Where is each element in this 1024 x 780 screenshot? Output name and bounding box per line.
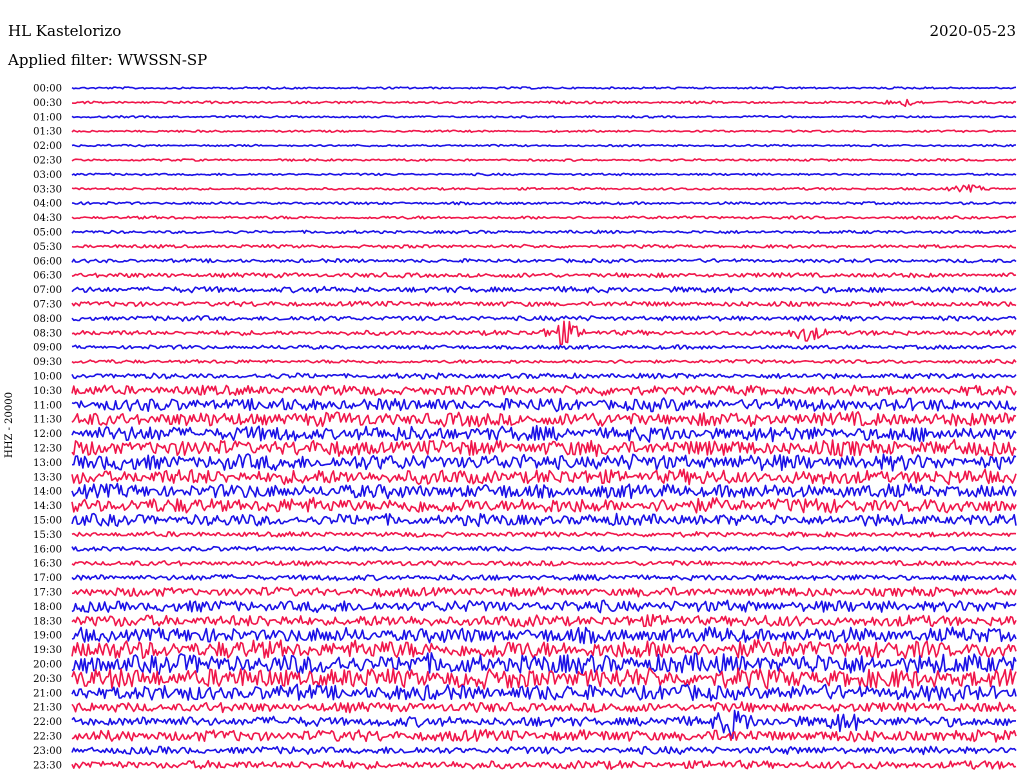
trace-line — [71, 626, 1017, 645]
trace-line — [71, 411, 1017, 428]
trace-line — [71, 300, 1017, 308]
time-tick-label: 15:00 — [33, 516, 62, 527]
trace-line — [71, 652, 1017, 675]
trace-line — [71, 172, 1017, 177]
time-tick-label: 22:00 — [33, 717, 62, 728]
trace-line — [71, 184, 1017, 193]
trace-line — [71, 639, 1017, 660]
trace-line — [71, 701, 1017, 714]
time-tick-label: 07:00 — [33, 285, 62, 296]
time-tick-label: 20:30 — [33, 674, 62, 685]
time-tick-label: 08:30 — [33, 328, 62, 339]
time-tick-label: 04:30 — [33, 213, 62, 224]
trace-line — [71, 358, 1017, 365]
trace-line — [71, 201, 1017, 206]
trace-line — [71, 98, 1017, 108]
trace-line — [71, 114, 1017, 119]
trace-line — [71, 531, 1017, 538]
trace-line — [71, 573, 1017, 582]
time-tick-label: 13:00 — [33, 458, 62, 469]
time-tick-label: 23:00 — [33, 746, 62, 757]
time-tick-label: 10:00 — [33, 372, 62, 383]
trace-line — [71, 560, 1017, 567]
time-tick-label: 22:30 — [33, 732, 62, 743]
trace-line — [71, 320, 1017, 346]
trace-line — [71, 599, 1017, 614]
trace-line — [71, 315, 1017, 322]
trace-line — [71, 613, 1017, 628]
trace-line — [71, 512, 1017, 528]
trace-line — [71, 438, 1017, 458]
trace-line — [71, 129, 1017, 134]
trace-line — [71, 468, 1017, 486]
time-tick-label: 08:00 — [33, 314, 62, 325]
time-tick-label: 14:30 — [33, 501, 62, 512]
time-tick-label: 21:30 — [33, 703, 62, 714]
time-tick-label: 14:00 — [33, 487, 62, 498]
time-tick-label: 05:00 — [33, 228, 62, 239]
time-tick-label: 15:30 — [33, 530, 62, 541]
trace-line — [71, 667, 1017, 690]
time-tick-label: 21:00 — [33, 688, 62, 699]
trace-line — [71, 285, 1017, 294]
time-tick-label: 18:30 — [33, 616, 62, 627]
time-tick-label: 02:30 — [33, 156, 62, 167]
trace-line — [71, 586, 1017, 598]
trace-line — [71, 496, 1017, 514]
trace-line — [71, 745, 1017, 756]
time-tick-label: 00:30 — [33, 98, 62, 109]
time-tick-label: 17:00 — [33, 573, 62, 584]
time-tick-label: 01:00 — [33, 112, 62, 123]
time-tick-label: 13:30 — [33, 472, 62, 483]
seismogram-plot: 00:00 00:30 01:00 01:30 02:00 02:30 03:00 03:30… — [33, 84, 1017, 771]
trace-line — [71, 344, 1017, 350]
time-tick-label: 07:30 — [33, 300, 62, 311]
time-tick-label: 11:00 — [33, 400, 62, 411]
trace-line — [71, 143, 1016, 148]
trace-line — [71, 453, 1017, 472]
time-tick-label: 16:00 — [33, 544, 62, 555]
trace-line — [71, 482, 1017, 500]
trace-line — [71, 372, 1017, 380]
time-tick-label: 09:00 — [33, 343, 62, 354]
time-tick-label: 09:30 — [33, 357, 62, 368]
trace-line — [71, 759, 1017, 770]
time-tick-label: 01:30 — [33, 127, 62, 138]
time-tick-label: 05:30 — [33, 242, 62, 253]
trace-line — [71, 158, 1017, 162]
time-tick-label: 10:30 — [33, 386, 62, 397]
time-tick-label: 06:00 — [33, 256, 62, 267]
time-tick-label: 00:00 — [33, 84, 62, 95]
time-tick-label: 23:30 — [33, 760, 62, 771]
time-tick-label: 19:30 — [33, 645, 62, 656]
time-tick-label: 12:00 — [33, 429, 62, 440]
time-tick-label: 17:30 — [33, 588, 62, 599]
trace-line — [71, 683, 1017, 702]
time-tick-label: 16:30 — [33, 559, 62, 570]
time-tick-label: 03:30 — [33, 184, 62, 195]
time-tick-label: 04:00 — [33, 199, 62, 210]
trace-line — [71, 545, 1017, 553]
trace-line — [71, 272, 1017, 279]
time-tick-label: 02:00 — [33, 141, 62, 152]
time-tick-label: 12:30 — [33, 444, 62, 455]
time-tick-label: 19:00 — [33, 631, 62, 642]
time-tick-label: 20:00 — [33, 660, 62, 671]
trace-line — [71, 424, 1017, 443]
trace-line — [71, 384, 1017, 397]
time-tick-label: 11:30 — [33, 415, 62, 426]
trace-line — [71, 229, 1017, 235]
trace-line — [71, 86, 1017, 90]
trace-line — [71, 258, 1017, 264]
trace-line — [71, 397, 1017, 413]
time-tick-label: 06:30 — [33, 271, 62, 282]
time-tick-label: 18:00 — [33, 602, 62, 613]
trace-line — [71, 728, 1017, 743]
trace-line — [71, 243, 1017, 249]
time-tick-label: 03:00 — [33, 170, 62, 181]
trace-line — [71, 215, 1017, 220]
